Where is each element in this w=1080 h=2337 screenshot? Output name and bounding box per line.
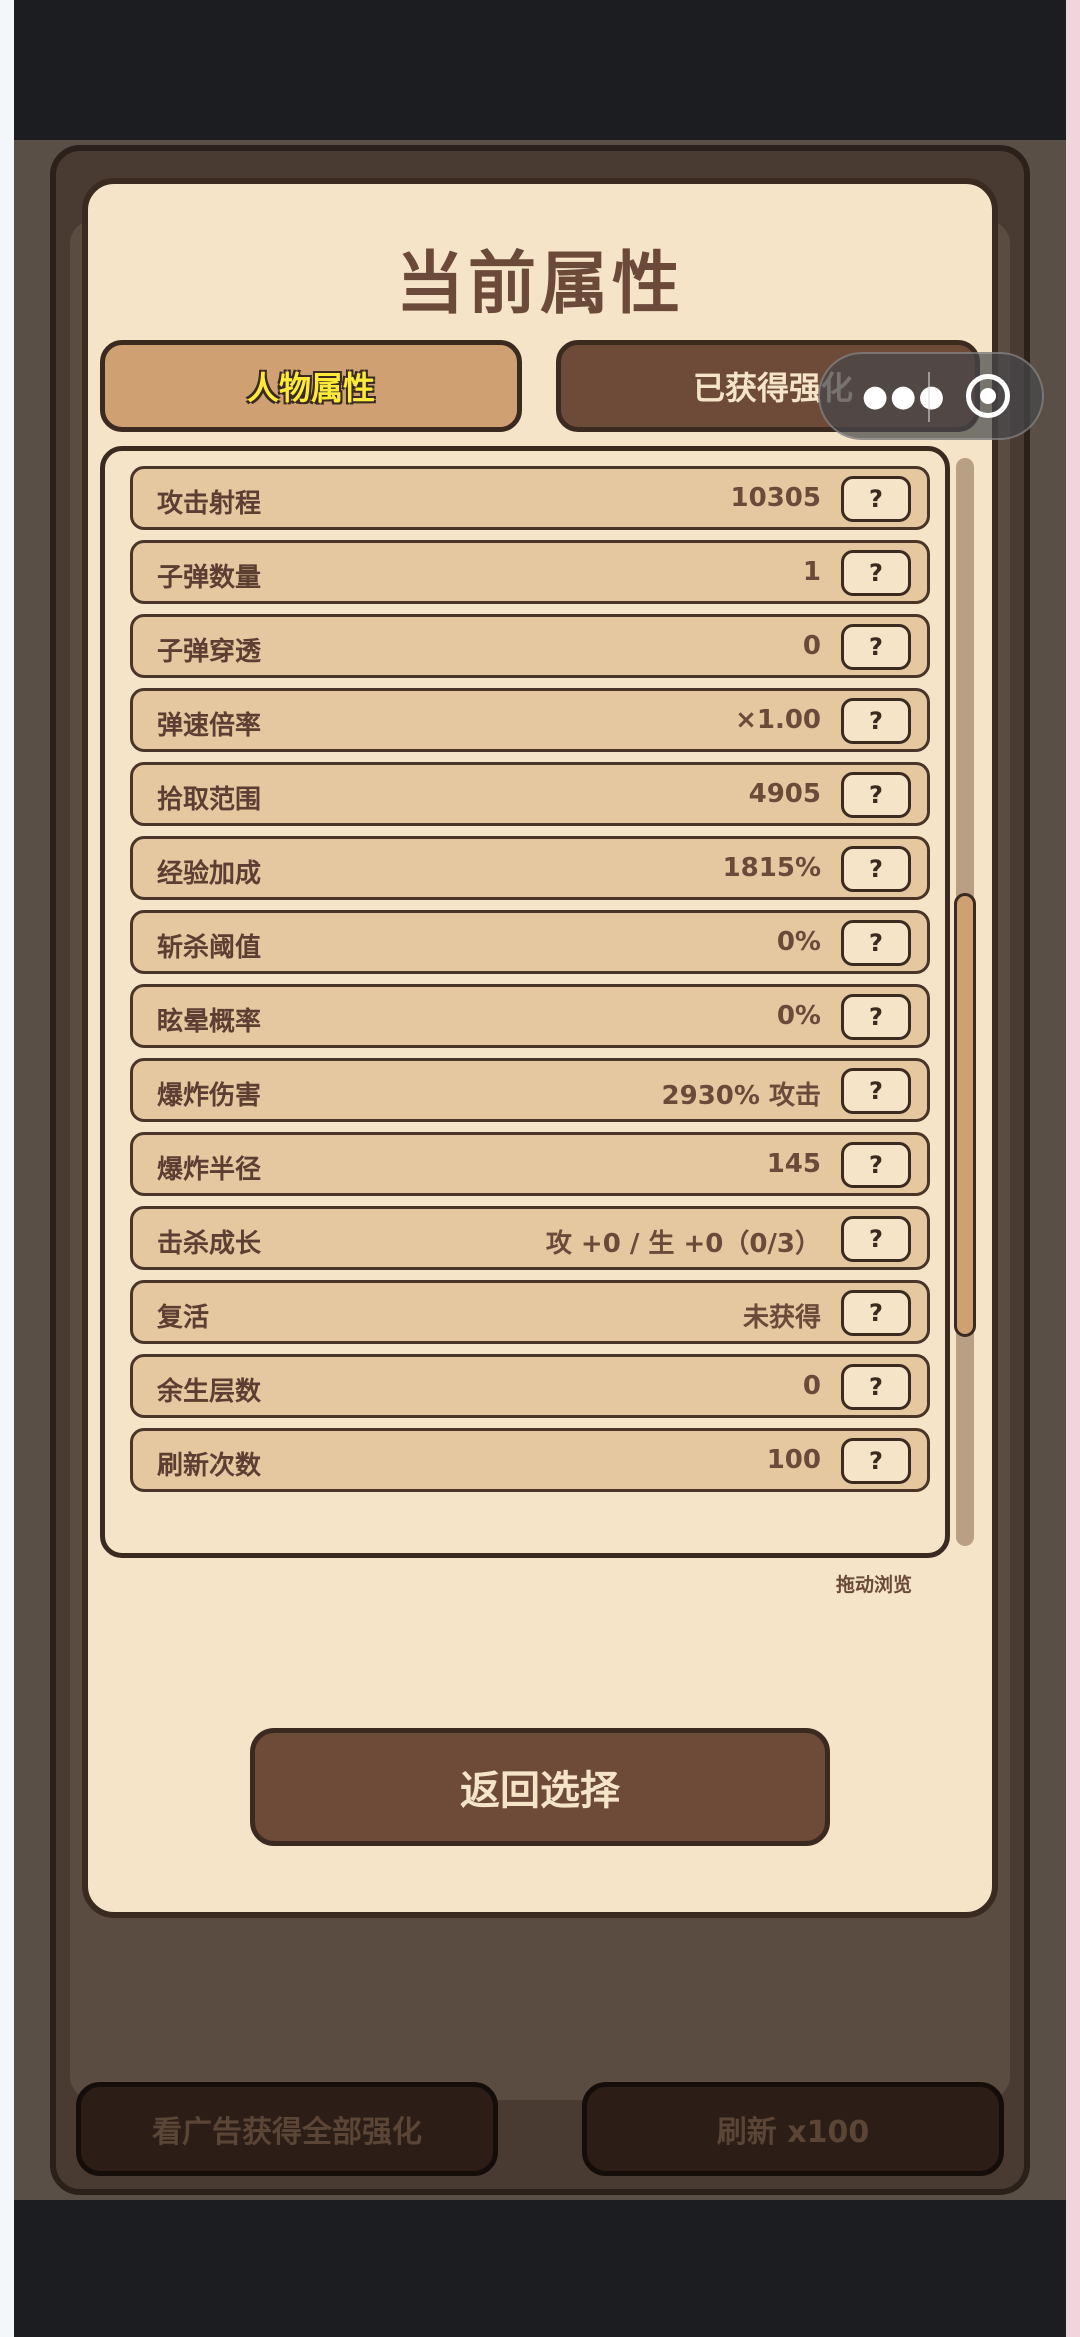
target-close-icon[interactable] bbox=[966, 374, 1010, 418]
background-left-strip bbox=[0, 0, 14, 2337]
more-dots-icon[interactable]: ●●● bbox=[862, 382, 947, 412]
attribute-value: 未获得 bbox=[742, 1303, 821, 1333]
attribute-row: 子弹数量 1? bbox=[130, 540, 930, 604]
attribute-value: 4905 bbox=[748, 779, 821, 809]
attribute-value: 0% bbox=[776, 927, 821, 957]
attribute-row: 复活 未获得? bbox=[130, 1280, 930, 1344]
background-right-strip bbox=[1066, 0, 1080, 2337]
attribute-label: 刷新次数 bbox=[157, 1451, 262, 1481]
watch-ad-button[interactable]: 看广告获得全部强化 bbox=[76, 2082, 498, 2176]
help-button[interactable]: ? bbox=[841, 476, 911, 522]
help-button[interactable]: ? bbox=[841, 1290, 911, 1336]
help-button[interactable]: ? bbox=[841, 1438, 911, 1484]
attribute-row: 爆炸半径 145? bbox=[130, 1132, 930, 1196]
attribute-value: ×1.00 bbox=[735, 705, 821, 735]
attribute-row: 斩杀阈值 0%? bbox=[130, 910, 930, 974]
help-button[interactable]: ? bbox=[841, 994, 911, 1040]
attribute-row: 余生层数 0? bbox=[130, 1354, 930, 1418]
drag-hint: 拖动浏览 bbox=[836, 1574, 913, 1596]
attribute-row: 攻击射程 10305? bbox=[130, 466, 930, 530]
attribute-row: 弹速倍率 ×1.00? bbox=[130, 688, 930, 752]
help-button[interactable]: ? bbox=[841, 1142, 911, 1188]
attribute-label: 爆炸半径 bbox=[157, 1155, 262, 1185]
help-button[interactable]: ? bbox=[841, 624, 911, 670]
attribute-value: 0 bbox=[802, 631, 821, 661]
attribute-label: 攻击射程 bbox=[157, 489, 262, 519]
attribute-label: 子弹穿透 bbox=[157, 637, 262, 667]
help-button[interactable]: ? bbox=[841, 1216, 911, 1262]
help-button[interactable]: ? bbox=[841, 1364, 911, 1410]
capsule-divider bbox=[928, 372, 930, 422]
help-button[interactable]: ? bbox=[841, 1068, 911, 1114]
attribute-row: 经验加成 1815%? bbox=[130, 836, 930, 900]
help-button[interactable]: ? bbox=[841, 550, 911, 596]
attribute-value: 1 bbox=[802, 557, 821, 587]
help-button[interactable]: ? bbox=[841, 772, 911, 818]
attribute-value: 2930% 攻击 bbox=[661, 1081, 821, 1111]
tab-character-attributes[interactable]: 人物属性 bbox=[100, 340, 522, 432]
mini-program-capsule: ●●● bbox=[818, 352, 1044, 440]
help-button[interactable]: ? bbox=[841, 920, 911, 966]
attribute-value: 145 bbox=[766, 1149, 821, 1179]
attribute-row: 刷新次数 100? bbox=[130, 1428, 930, 1492]
attribute-label: 子弹数量 bbox=[157, 563, 262, 593]
attribute-label: 爆炸伤害 bbox=[157, 1081, 262, 1111]
attribute-label: 弹速倍率 bbox=[157, 711, 262, 741]
help-button[interactable]: ? bbox=[841, 698, 911, 744]
attribute-label: 拾取范围 bbox=[157, 785, 262, 815]
attribute-row: 爆炸伤害 2930% 攻击? bbox=[130, 1058, 930, 1122]
refresh-button[interactable]: 刷新 x100 bbox=[582, 2082, 1004, 2176]
attribute-value: 10305 bbox=[730, 483, 821, 513]
attribute-label: 斩杀阈值 bbox=[157, 933, 262, 963]
attribute-value: 100 bbox=[766, 1445, 821, 1475]
attribute-row: 击杀成长 攻 +0 / 生 +0（0/3）? bbox=[130, 1206, 930, 1270]
attribute-label: 击杀成长 bbox=[157, 1229, 262, 1259]
scrollbar-thumb[interactable] bbox=[954, 893, 976, 1337]
back-to-select-button[interactable]: 返回选择 bbox=[250, 1728, 830, 1846]
attribute-label: 复活 bbox=[157, 1303, 210, 1333]
attribute-value: 攻 +0 / 生 +0（0/3） bbox=[545, 1229, 821, 1259]
attribute-value: 0 bbox=[802, 1371, 821, 1401]
attribute-label: 经验加成 bbox=[157, 859, 262, 889]
attribute-value: 1815% bbox=[722, 853, 821, 883]
attribute-row: 子弹穿透 0? bbox=[130, 614, 930, 678]
help-button[interactable]: ? bbox=[841, 846, 911, 892]
attribute-label: 余生层数 bbox=[157, 1377, 262, 1407]
attribute-row: 拾取范围 4905? bbox=[130, 762, 930, 826]
attribute-label: 眩晕概率 bbox=[157, 1007, 262, 1037]
attribute-value: 0% bbox=[776, 1001, 821, 1031]
dialog-title: 当前属性 bbox=[395, 245, 684, 324]
attribute-row: 眩晕概率 0%? bbox=[130, 984, 930, 1048]
